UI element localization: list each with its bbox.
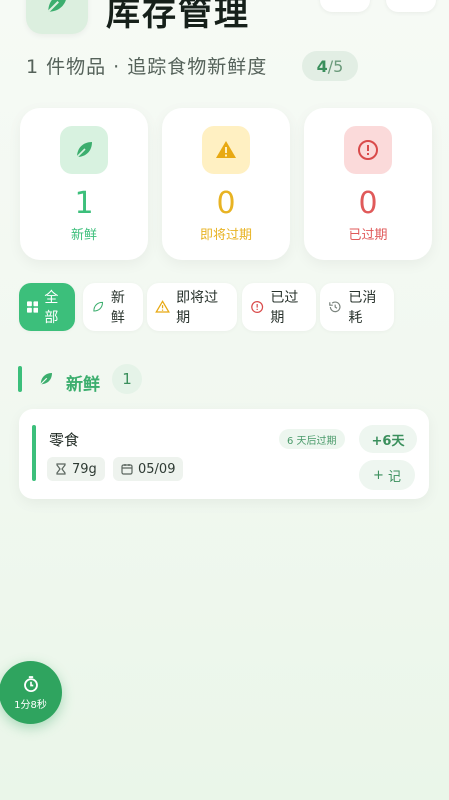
add-days-button[interactable]: +6天	[359, 425, 417, 453]
filter-chip-label: 全部	[44, 290, 59, 326]
grid-icon	[27, 301, 39, 313]
stat-card-expired[interactable]: 0 已过期	[304, 108, 432, 260]
stat-value-fresh: 1	[74, 186, 94, 221]
history-icon	[329, 301, 341, 313]
item-weight: 79g	[72, 461, 97, 477]
page-current: 4	[316, 56, 328, 76]
header-action-button-1[interactable]	[320, 0, 370, 12]
filter-chip-label: 即将过期	[176, 290, 219, 326]
item-date-tag: 05/09	[113, 457, 184, 481]
filter-chip-consumed[interactable]: 已消耗	[320, 283, 394, 331]
inventory-item-card[interactable]: 零食 79g 05/09 6 天后过期 +6天 + 记	[19, 409, 429, 499]
stat-value-expiring: 0	[216, 186, 236, 221]
leaf-outline-icon	[93, 301, 104, 312]
record-label: 记	[387, 469, 401, 485]
stat-icon-fresh	[60, 126, 108, 174]
header-action-button-2[interactable]	[386, 0, 436, 12]
app-logo	[26, 0, 88, 34]
filter-chip-expiring[interactable]: 即将过期	[147, 283, 237, 331]
item-name: 零食	[49, 431, 80, 449]
page-indicator: 4/5	[302, 51, 358, 81]
section-title: 新鲜	[66, 375, 100, 395]
stat-label-expiring: 即将过期	[199, 228, 252, 243]
stat-label-fresh: 新鲜	[70, 228, 97, 243]
section-accent-bar	[18, 366, 22, 392]
hourglass-icon	[56, 463, 66, 475]
section-count-badge: 1	[112, 364, 142, 394]
stat-value-expired: 0	[358, 186, 378, 221]
leaf-icon	[47, 0, 66, 13]
item-weight-tag: 79g	[47, 457, 105, 481]
filter-chip-label: 已过期	[270, 290, 299, 326]
timer-fab[interactable]: 1分8秒	[0, 661, 62, 724]
item-status-bar	[32, 425, 36, 481]
page-subtitle: 1 件物品 · 追踪食物新鲜度	[26, 56, 268, 78]
stopwatch-icon	[23, 675, 38, 692]
stat-card-fresh[interactable]: 1 新鲜	[20, 108, 148, 260]
record-button[interactable]: + 记	[359, 460, 415, 490]
alert-circle-icon	[251, 301, 264, 313]
item-date: 05/09	[138, 461, 176, 477]
filter-chip-fresh[interactable]: 新鲜	[83, 283, 143, 331]
stat-label-expired: 已过期	[348, 228, 388, 243]
filter-chip-label: 新鲜	[110, 290, 125, 326]
alert-circle-icon	[358, 140, 378, 160]
plus-icon: +	[373, 467, 384, 483]
stat-card-expiring[interactable]: 0 即将过期	[162, 108, 290, 260]
filter-chip-expired[interactable]: 已过期	[242, 283, 316, 331]
warning-icon	[216, 141, 236, 158]
warning-icon	[155, 300, 170, 313]
leaf-icon	[40, 373, 52, 385]
page-title: 库存管理	[106, 0, 250, 34]
timer-label: 1分8秒	[14, 699, 47, 711]
page-total: 5	[333, 56, 344, 76]
filter-chip-label: 已消耗	[348, 290, 377, 326]
stat-icon-expiring	[202, 126, 250, 174]
leaf-icon	[76, 142, 92, 158]
calendar-icon	[121, 464, 133, 475]
filter-chip-all[interactable]: 全部	[19, 283, 75, 331]
stat-icon-expired	[344, 126, 392, 174]
item-expiry-badge: 6 天后过期	[279, 429, 345, 449]
